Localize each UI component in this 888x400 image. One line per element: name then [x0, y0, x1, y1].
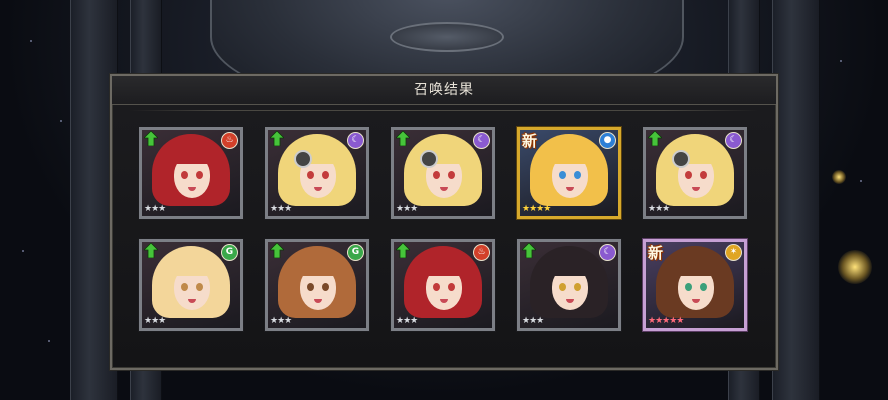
rarity-stars: ★★★ [270, 204, 292, 214]
sun-icon: ✶ [725, 244, 742, 261]
rate-up-arrow-icon [396, 131, 410, 146]
character-fringe [546, 258, 596, 276]
game-scene: 召唤结果 ♨ ★★★ ☾ ★★★ ☾ ★★★ 新 ● ★★★★ ☾ ★★★ G ★★★ G ★★★ ♨ ★★★ ☾… [0, 0, 888, 400]
wind-icon: G [221, 244, 238, 261]
result-card-blonde-mask[interactable]: ☾ ★★★ [265, 127, 369, 219]
character-mouth [188, 187, 196, 191]
character-mouth [314, 299, 322, 303]
gear-ornament-icon [672, 150, 690, 168]
moon-icon: ☾ [347, 132, 364, 149]
light-bokeh [832, 170, 846, 184]
wind-icon: G [347, 244, 364, 261]
rate-up-arrow-icon [270, 131, 284, 146]
character-mouth [440, 187, 448, 191]
gear-ornament-icon [294, 150, 312, 168]
ceiling-ring [390, 22, 504, 52]
fire-icon: ♨ [221, 132, 238, 149]
result-card-blonde-twin[interactable]: 新 ● ★★★★ [517, 127, 621, 219]
character-eye [181, 171, 188, 179]
rarity-stars: ★★★ [144, 204, 166, 214]
character-eye [307, 283, 314, 291]
dialog-title: 召唤结果 [414, 82, 474, 98]
result-card-black-hair-elf[interactable]: ☾ ★★★ [517, 239, 621, 331]
character-eye [448, 283, 455, 291]
pillar-right-outer [772, 0, 820, 400]
result-card-blonde-mask[interactable]: ☾ ★★★ [391, 127, 495, 219]
character-eye [559, 283, 566, 291]
character-fringe [546, 146, 596, 164]
rarity-stars: ★★★★ [522, 204, 551, 214]
rate-up-arrow-icon [270, 243, 284, 258]
rarity-stars: ★★★ [396, 204, 418, 214]
character-mouth [566, 187, 574, 191]
character-eye [685, 171, 692, 179]
rarity-stars: ★★★ [270, 316, 292, 326]
moon-icon: ☾ [725, 132, 742, 149]
character-fringe [420, 258, 470, 276]
character-mouth [692, 299, 700, 303]
rate-up-arrow-icon [522, 243, 536, 258]
result-grid: ♨ ★★★ ☾ ★★★ ☾ ★★★ 新 ● ★★★★ ☾ ★★★ G ★★★ G ★★★ ♨ ★★★ ☾ ★★★ 新 ✶… [139, 127, 747, 331]
character-eye [700, 171, 707, 179]
character-mouth [440, 299, 448, 303]
character-mouth [188, 299, 196, 303]
character-fringe [672, 258, 722, 276]
character-eye [307, 171, 314, 179]
character-eye [574, 171, 581, 179]
dialog-header: 召唤结果 [112, 76, 776, 105]
character-fringe [294, 258, 344, 276]
rarity-stars: ★★★ [144, 316, 166, 326]
rate-up-arrow-icon [144, 131, 158, 146]
moon-icon: ☾ [599, 244, 616, 261]
result-card-flower-blonde[interactable]: G ★★★ [139, 239, 243, 331]
rarity-stars: ★★★ [648, 204, 670, 214]
character-eye [559, 171, 566, 179]
summon-result-dialog: 召唤结果 ♨ ★★★ ☾ ★★★ ☾ ★★★ 新 ● ★★★★ ☾ ★★★ G ★★★ G ★★★ ♨ ★★★ ☾… [110, 74, 778, 370]
result-card-brown-long-hair[interactable]: 新 ✶ ★★★★★ [643, 239, 747, 331]
rarity-stars: ★★★ [522, 316, 544, 326]
character-eye [700, 283, 707, 291]
rate-up-arrow-icon [396, 243, 410, 258]
result-card-brown-flower[interactable]: G ★★★ [265, 239, 369, 331]
character-eye [433, 283, 440, 291]
gear-ornament-icon [420, 150, 438, 168]
character-eye [685, 283, 692, 291]
new-badge: 新 [522, 132, 538, 150]
character-eye [196, 171, 203, 179]
character-mouth [566, 299, 574, 303]
rarity-stars: ★★★ [396, 316, 418, 326]
character-eye [448, 171, 455, 179]
rate-up-arrow-icon [648, 131, 662, 146]
dialog-divider [130, 110, 758, 111]
light-bokeh [838, 250, 872, 284]
character-eye [181, 283, 188, 291]
rate-up-arrow-icon [144, 243, 158, 258]
character-eye [196, 283, 203, 291]
character-fringe [168, 146, 218, 164]
character-mouth [692, 187, 700, 191]
character-eye [433, 171, 440, 179]
new-badge: 新 [648, 244, 664, 262]
character-mouth [314, 187, 322, 191]
water-drop-icon: ● [599, 132, 616, 149]
fire-icon: ♨ [473, 244, 490, 261]
result-card-blonde-mask[interactable]: ☾ ★★★ [643, 127, 747, 219]
character-eye [322, 171, 329, 179]
moon-icon: ☾ [473, 132, 490, 149]
character-fringe [168, 258, 218, 276]
result-card-red-hair-elf[interactable]: ♨ ★★★ [391, 239, 495, 331]
rarity-stars: ★★★★★ [648, 316, 684, 326]
character-eye [322, 283, 329, 291]
character-eye [574, 283, 581, 291]
result-card-red-hair-elf[interactable]: ♨ ★★★ [139, 127, 243, 219]
